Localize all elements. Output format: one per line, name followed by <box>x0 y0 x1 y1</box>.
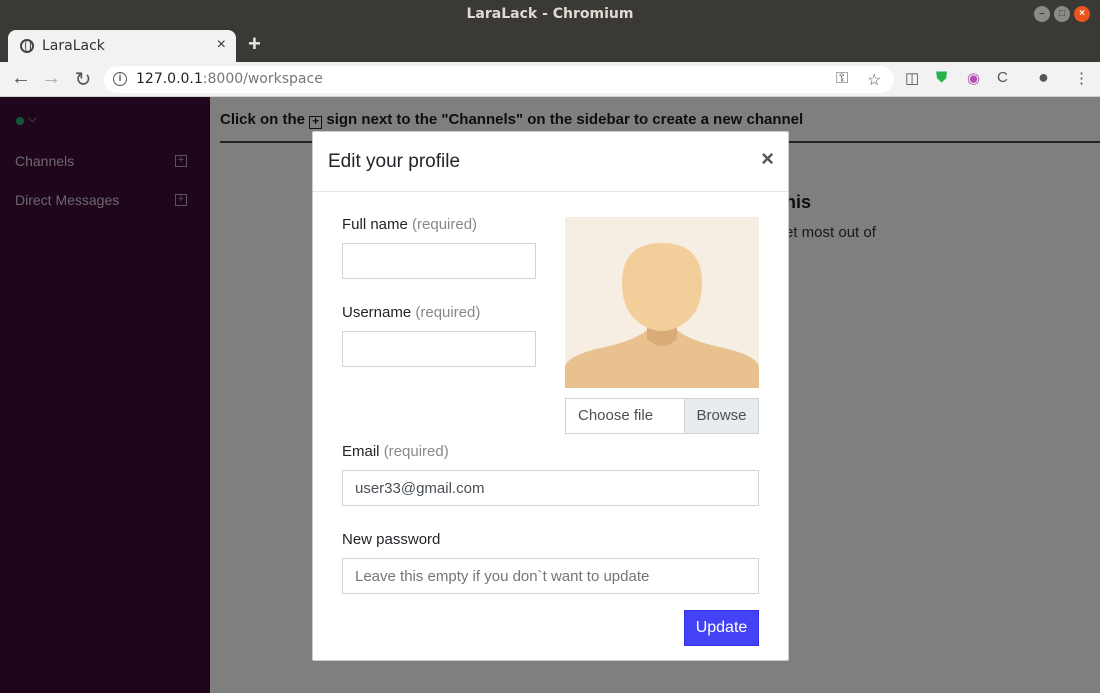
reload-icon[interactable]: ↻ <box>72 67 94 92</box>
tab-title: LaraLack <box>42 38 105 54</box>
avatar-placeholder-icon <box>565 217 759 388</box>
browser-tab[interactable]: LaraLack × <box>8 30 236 62</box>
close-window-icon[interactable]: × <box>1074 6 1090 22</box>
back-arrow-icon[interactable]: ← <box>10 67 32 90</box>
email-input[interactable] <box>342 470 759 506</box>
globe-icon <box>20 39 34 53</box>
update-button[interactable]: Update <box>684 610 759 646</box>
close-icon[interactable]: × <box>761 146 774 172</box>
extension-c-icon[interactable]: C <box>997 69 1008 86</box>
tab-strip: LaraLack × + <box>0 28 1100 62</box>
username-label-text: Username <box>342 304 412 321</box>
full-name-input[interactable] <box>342 243 536 279</box>
required-note: (required) <box>412 216 478 233</box>
url-host: 127.0.0.1 <box>136 71 203 87</box>
window-controls: – □ × <box>1034 6 1090 22</box>
url-path: :8000/workspace <box>202 71 323 87</box>
menu-kebab-icon[interactable]: ⋮ <box>1074 69 1089 87</box>
window-titlebar: LaraLack - Chromium – □ × <box>0 0 1100 28</box>
modal-title: Edit your profile <box>328 151 461 172</box>
shield-extension-icon[interactable]: ⛊ <box>936 69 947 86</box>
pocket-icon[interactable]: ◫ <box>905 69 919 87</box>
profile-avatar-icon[interactable]: ● <box>1038 67 1049 88</box>
username-input[interactable] <box>342 331 536 367</box>
avatar-file-picker[interactable]: Choose file Browse <box>565 398 759 434</box>
bookmark-star-icon[interactable]: ☆ <box>867 70 881 90</box>
broadcast-extension-icon[interactable]: ◉ <box>967 69 980 87</box>
modal-header: Edit your profile × <box>313 132 788 192</box>
new-password-label: New password <box>342 531 441 548</box>
address-bar[interactable]: i 127.0.0.1:8000/workspace ⚿ ☆ <box>104 66 894 93</box>
new-tab-button[interactable]: + <box>248 31 261 57</box>
full-name-label: Full name (required) <box>342 216 477 233</box>
page: ⌵ Channels + Direct Messages + Click on … <box>0 97 1100 693</box>
new-password-input[interactable] <box>342 558 759 594</box>
maximize-icon[interactable]: □ <box>1054 6 1070 22</box>
username-label: Username (required) <box>342 304 480 321</box>
browser-toolbar: ← → ↻ i 127.0.0.1:8000/workspace ⚿ ☆ <box>0 62 1100 97</box>
window-title: LaraLack - Chromium <box>466 6 634 22</box>
browse-button[interactable]: Browse <box>684 399 758 433</box>
url-text[interactable]: 127.0.0.1:8000/workspace <box>136 71 323 87</box>
tab-close-icon[interactable]: × <box>217 36 226 54</box>
edit-profile-modal: Edit your profile × Full name (required)… <box>312 131 789 661</box>
minimize-icon[interactable]: – <box>1034 6 1050 22</box>
choose-file-label[interactable]: Choose file <box>566 399 684 433</box>
forward-arrow-icon[interactable]: → <box>40 67 62 90</box>
required-note: (required) <box>383 443 449 460</box>
key-icon[interactable]: ⚿ <box>836 70 848 88</box>
email-label-text: Email <box>342 443 380 460</box>
avatar <box>565 217 759 388</box>
site-info-icon[interactable]: i <box>113 72 127 86</box>
full-name-label-text: Full name <box>342 216 408 233</box>
email-label: Email (required) <box>342 443 449 460</box>
required-note: (required) <box>415 304 481 321</box>
